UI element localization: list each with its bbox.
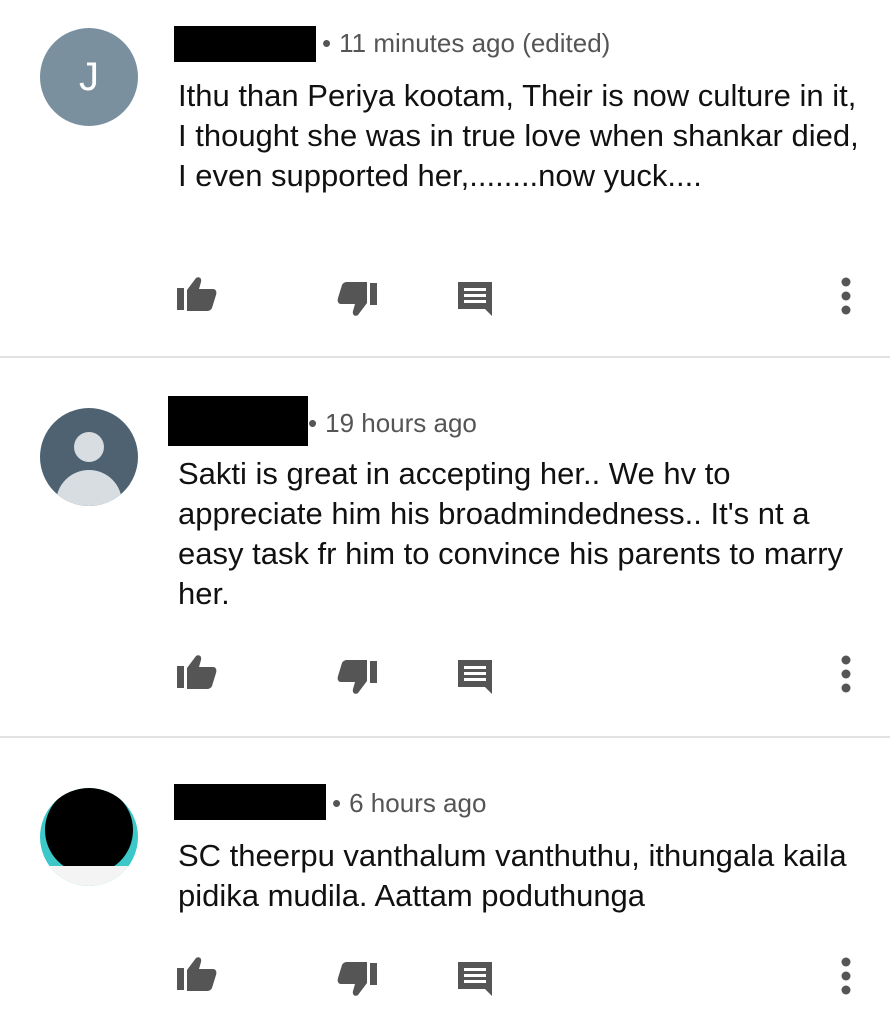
redacted-avatar-photo	[45, 788, 133, 874]
comment-actions	[0, 956, 890, 996]
thumbs-up-icon[interactable]	[177, 276, 217, 312]
comment-text: SC theerpu vanthalum vanthuthu, ithungal…	[178, 838, 847, 913]
reply-icon[interactable]	[458, 282, 492, 316]
meta-separator: •	[308, 408, 318, 438]
comment-timestamp: 11 minutes ago (edited)	[339, 28, 611, 58]
default-avatar-body	[56, 470, 122, 506]
avatar[interactable]	[40, 788, 138, 886]
avatar-photo-detail	[40, 866, 138, 886]
redacted-author-name[interactable]	[168, 396, 308, 446]
reply-icon[interactable]	[458, 660, 492, 694]
default-avatar-head	[74, 432, 104, 462]
more-vert-icon[interactable]	[840, 956, 852, 996]
avatar[interactable]: J	[40, 28, 138, 126]
thumbs-up-icon[interactable]	[177, 654, 217, 690]
thumbs-down-icon[interactable]	[337, 282, 377, 318]
reply-icon[interactable]	[458, 962, 492, 996]
comment-timestamp: 19 hours ago	[325, 408, 477, 438]
comment-actions	[0, 654, 890, 694]
meta-separator: •	[332, 788, 342, 818]
comment-timestamp: 6 hours ago	[349, 788, 487, 818]
avatar-letter: J	[79, 54, 99, 99]
comment-item: • 19 hours ago Sakti is great in acceptin…	[0, 358, 890, 736]
comment-text: Sakti is great in accepting her.. We hv …	[178, 456, 844, 611]
comment-meta: • 11 minutes ago (edited)	[322, 28, 610, 59]
comment-item: • 6 hours ago SC theerpu vanthalum vanthu…	[0, 738, 890, 1026]
comment-item: J • 11 minutes ago (edited) Ithu than Per…	[0, 0, 890, 356]
thumbs-down-icon[interactable]	[337, 962, 377, 998]
redacted-author-name[interactable]	[174, 26, 316, 62]
thumbs-down-icon[interactable]	[337, 660, 377, 696]
comment-actions	[0, 276, 890, 316]
redacted-author-name[interactable]	[174, 784, 326, 820]
comment-meta: • 19 hours ago	[308, 408, 477, 439]
comment-text: Ithu than Periya kootam, Their is now cu…	[178, 78, 859, 193]
thumbs-up-icon[interactable]	[177, 956, 217, 992]
meta-separator: •	[322, 28, 332, 58]
more-vert-icon[interactable]	[840, 276, 852, 316]
comment-meta: • 6 hours ago	[332, 788, 486, 819]
more-vert-icon[interactable]	[840, 654, 852, 694]
avatar[interactable]	[40, 408, 138, 506]
